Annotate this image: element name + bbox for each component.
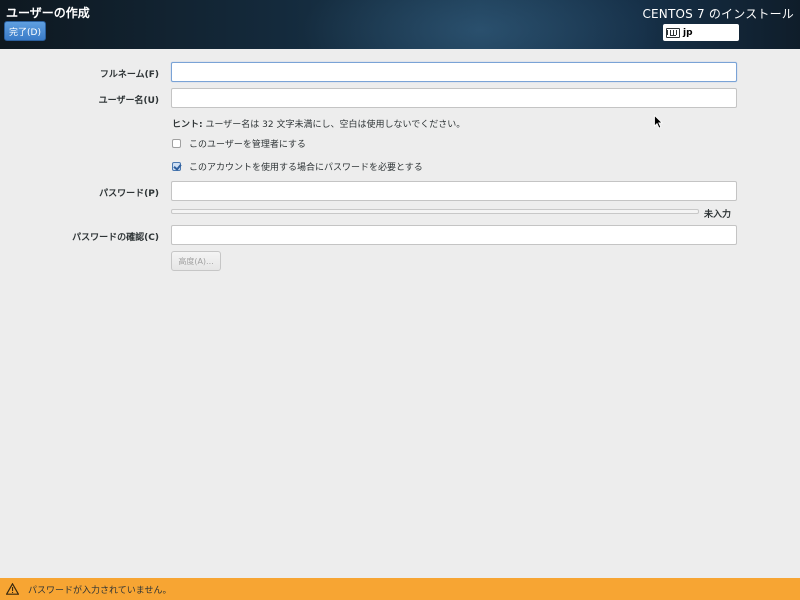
password-input[interactable] xyxy=(171,181,737,201)
mouse-pointer-icon xyxy=(654,115,664,129)
warning-icon xyxy=(6,583,19,595)
header-bar: ユーザーの作成 完了(D) CENTOS 7 のインストール jp xyxy=(0,0,800,49)
password-strength-label: 未入力 xyxy=(704,210,732,220)
confirm-password-label: パスワードの確認(C) xyxy=(72,233,159,243)
keyboard-layout-label: jp xyxy=(683,27,693,38)
fullname-input[interactable] xyxy=(171,62,737,82)
password-label: パスワード(P) xyxy=(99,189,159,199)
admin-checkbox[interactable] xyxy=(172,139,181,148)
password-strength-bar xyxy=(171,209,699,214)
username-hint: ヒント: ユーザー名は 32 文字未満にし、空白は使用しないでください。 xyxy=(172,117,465,130)
header-background-glow xyxy=(300,0,660,49)
require-password-checkbox-row[interactable]: このアカウントを使用する場合にパスワードを必要とする xyxy=(172,160,423,173)
advanced-button[interactable]: 高度(A)... xyxy=(171,251,221,271)
page-title: ユーザーの作成 xyxy=(6,6,90,20)
product-title: CENTOS 7 のインストール xyxy=(642,7,794,21)
warning-message: パスワードが入力されていません。 xyxy=(28,585,172,596)
require-password-checkbox[interactable] xyxy=(172,162,181,171)
keyboard-icon xyxy=(666,27,680,38)
confirm-password-input[interactable] xyxy=(171,225,737,245)
username-label: ユーザー名(U) xyxy=(98,96,159,106)
done-button[interactable]: 完了(D) xyxy=(4,21,46,41)
keyboard-layout-indicator[interactable]: jp xyxy=(663,24,739,41)
hint-prefix: ヒント: xyxy=(172,120,203,130)
admin-checkbox-label: このユーザーを管理者にする xyxy=(189,140,306,150)
require-password-label: このアカウントを使用する場合にパスワードを必要とする xyxy=(189,163,423,173)
fullname-label: フルネーム(F) xyxy=(99,70,159,80)
warning-bar: パスワードが入力されていません。 xyxy=(0,578,800,600)
hint-text: ユーザー名は 32 文字未満にし、空白は使用しないでください。 xyxy=(202,120,466,130)
username-input[interactable] xyxy=(171,88,737,108)
admin-checkbox-row[interactable]: このユーザーを管理者にする xyxy=(172,137,306,150)
